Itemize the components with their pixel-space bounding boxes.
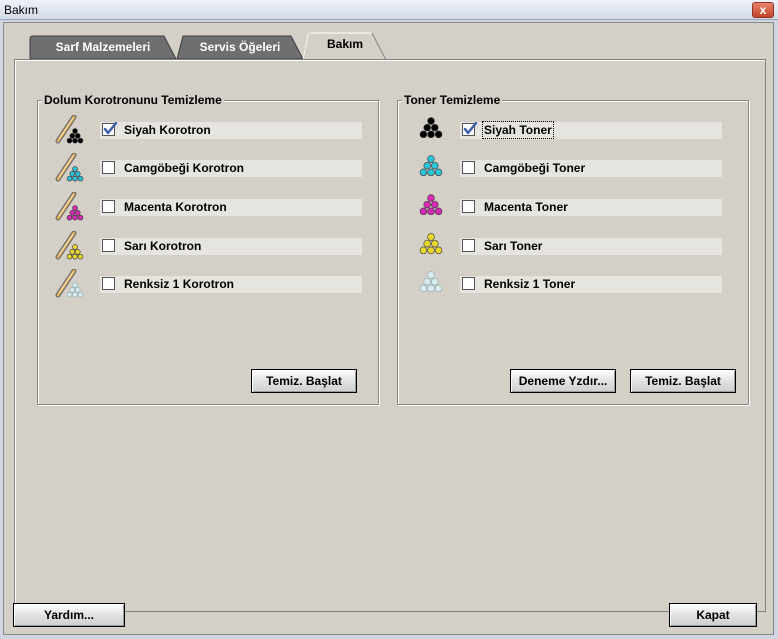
toner-row: Renksiz 1 Toner: [412, 269, 722, 299]
close-button[interactable]: Kapat: [669, 603, 757, 627]
checkbox[interactable]: [462, 277, 475, 290]
checkbox-label[interactable]: Siyah Korotron: [124, 123, 211, 137]
toner-row: Macenta Toner: [412, 192, 722, 222]
checkbox-label[interactable]: Renksiz 1 Korotron: [124, 277, 234, 291]
checkbox-label[interactable]: Renksiz 1 Toner: [484, 277, 575, 291]
corotron-row: Renksiz 1 Korotron: [52, 268, 362, 299]
tab-sarf-malzemeleri[interactable]: Sarf Malzemeleri: [28, 35, 178, 59]
toner-start-cleaning-button[interactable]: Temiz. Başlat: [630, 369, 736, 393]
corotron-yellow-icon: [52, 230, 90, 261]
tab-panel: Dolum Korotronunu Temizleme Siyah Korotr…: [14, 59, 766, 612]
toner-row: Siyah Toner: [412, 115, 722, 145]
test-print-button[interactable]: Deneme Yzdır...: [510, 369, 616, 393]
checkbox[interactable]: [102, 121, 118, 136]
toner-row: Sarı Toner: [412, 231, 722, 261]
corotron-row: Camgöbeği Korotron: [52, 152, 362, 183]
title-bar: Bakım x: [0, 0, 778, 20]
checkbox-label[interactable]: Siyah Toner: [482, 121, 554, 139]
toner-black-icon: [412, 115, 450, 145]
checkbox-label[interactable]: Macenta Korotron: [124, 200, 227, 214]
checkbox-label[interactable]: Macenta Toner: [484, 200, 568, 214]
toner-clear-icon: [412, 269, 450, 299]
toner-cyan-icon: [412, 153, 450, 183]
corotron-black-icon: [52, 114, 90, 145]
checkbox[interactable]: [102, 200, 115, 213]
window-body: Sarf Malzemeleri Servis Öğeleri Bakım Do…: [3, 22, 774, 635]
corotron-row: Macenta Korotron: [52, 191, 362, 222]
group-title: Dolum Korotronunu Temizleme: [42, 93, 224, 107]
help-button[interactable]: Yardım...: [13, 603, 125, 627]
checkbox[interactable]: [102, 277, 115, 290]
checkbox[interactable]: [462, 121, 478, 136]
tab-servis-ogeleri[interactable]: Servis Öğeleri: [175, 35, 305, 59]
tab-label: Bakım: [326, 37, 364, 51]
checkbox[interactable]: [462, 161, 475, 174]
corotron-clear-icon: [52, 268, 90, 299]
tab-bakim[interactable]: Bakım: [302, 32, 388, 60]
toner-row: Camgöbeği Toner: [412, 153, 722, 183]
tab-label: Sarf Malzemeleri: [55, 40, 151, 54]
window-title: Bakım: [4, 3, 39, 17]
toner-magenta-icon: [412, 192, 450, 222]
window-frame: Sarf Malzemeleri Servis Öğeleri Bakım Do…: [0, 20, 778, 639]
checkbox[interactable]: [102, 239, 115, 252]
checkbox-label[interactable]: Sarı Toner: [484, 239, 542, 253]
toner-yellow-icon: [412, 231, 450, 261]
checkbox-label[interactable]: Sarı Korotron: [124, 239, 201, 253]
toner-cleaning-group: Toner Temizleme Siyah Toner Camgöbeği Ton…: [397, 93, 749, 405]
corotron-cleaning-group: Dolum Korotronunu Temizleme Siyah Korotr…: [37, 93, 379, 405]
checkbox-label[interactable]: Camgöbeği Korotron: [124, 161, 244, 175]
checkbox[interactable]: [462, 239, 475, 252]
checkbox-label[interactable]: Camgöbeği Toner: [484, 161, 585, 175]
checkbox[interactable]: [462, 200, 475, 213]
group-title: Toner Temizleme: [402, 93, 503, 107]
close-window-button[interactable]: x: [752, 2, 774, 18]
corotron-magenta-icon: [52, 191, 90, 222]
corotron-start-cleaning-button[interactable]: Temiz. Başlat: [251, 369, 357, 393]
tab-label: Servis Öğeleri: [199, 40, 281, 54]
checkbox[interactable]: [102, 161, 115, 174]
corotron-row: Siyah Korotron: [52, 114, 362, 145]
corotron-row: Sarı Korotron: [52, 230, 362, 261]
corotron-cyan-icon: [52, 152, 90, 183]
